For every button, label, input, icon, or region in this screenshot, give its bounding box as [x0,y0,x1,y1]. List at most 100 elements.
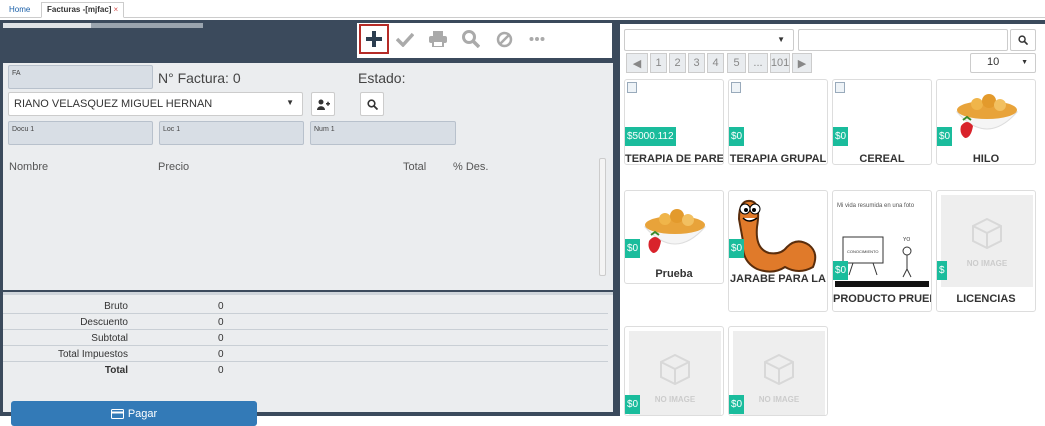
chevron-down-icon: ▼ [777,35,785,44]
product-search-button[interactable] [1010,29,1036,51]
total-label: Total Impuestos [57,349,128,360]
page-button[interactable]: 3 [688,53,705,73]
search-button[interactable] [456,24,486,54]
page-button[interactable]: 4 [707,53,724,73]
product-name: HILO [972,153,1000,165]
product-card[interactable]: $0 Prueba [624,190,724,284]
product-card[interactable]: $0 HILO [936,79,1036,165]
svg-text:Mi vida resumida en una foto: Mi vida resumida en una foto [837,203,915,209]
invoice-panel: FA N° Factura: 0 Estado: RIANO VELASQUEZ… [0,20,616,426]
product-price: $0 [833,261,849,280]
broken-image-icon [835,82,845,93]
total-value: 0 [218,333,224,344]
product-card[interactable]: NO IMAGE $ LICENCIAS [936,190,1036,312]
column-header-descuento: % Des. [453,161,489,173]
invoice-number-label: N° Factura: 0 [158,70,241,86]
horizontal-scrollbar[interactable] [3,23,203,28]
product-card[interactable]: $0 JARABE PARA LA [728,190,828,312]
no-image-text: NO IMAGE [966,258,1008,268]
total-label: Subtotal [91,333,128,344]
page-size-value: 10 [987,56,1000,68]
items-scrollbar[interactable] [599,158,606,276]
page-button[interactable]: 5 [727,53,746,73]
check-icon [396,32,414,47]
no-image-placeholder: NO IMAGE [733,331,825,415]
more-button[interactable] [522,24,552,54]
product-price: $0 [625,239,641,258]
total-value: 0 [218,317,224,328]
product-card[interactable]: NO IMAGE $0 [728,326,828,416]
client-select[interactable]: RIANO VELASQUEZ MIGUEL HERNAN ▼ [8,92,303,116]
product-name: CEREAL [859,153,905,165]
tab-home[interactable]: Home [3,2,36,18]
no-image-placeholder: NO IMAGE [629,331,721,415]
category-select[interactable]: ▼ [624,29,794,51]
broken-image-icon [627,82,637,93]
tab-facturas-label: Facturas -[mjfac] [47,5,112,14]
cancel-icon [496,31,512,47]
product-search-input[interactable] [798,29,1008,51]
search-icon [1018,35,1028,45]
close-tab-icon[interactable]: × [113,5,118,14]
product-card[interactable]: $0 TERAPIA GRUPAL [728,79,828,165]
totals-panel: Bruto 0 Descuento 0 Subtotal 0 Total Impues… [3,292,613,426]
total-label: Descuento [80,317,128,328]
tab-facturas[interactable]: Facturas -[mjfac] × [41,2,125,18]
page-size-select[interactable]: 10 ▼ [970,53,1036,73]
broken-image-icon [731,82,741,93]
product-card[interactable]: NO IMAGE $0 [624,326,724,416]
docu-field[interactable]: Docu 1 [8,121,153,145]
add-client-button[interactable] [311,92,335,116]
total-label: Total [104,365,128,376]
no-image-text: NO IMAGE [758,394,800,404]
chevron-down-icon: ▼ [1021,59,1028,66]
page-button[interactable]: ... [748,53,768,73]
new-invoice-button[interactable] [359,24,389,54]
product-card[interactable]: Mi vida resumida en una foto CONOCIMIENTO… [832,190,932,312]
product-price: $0 [937,127,953,146]
num-field[interactable]: Num 1 [310,121,456,145]
column-header-total: Total [403,161,427,173]
page-button[interactable]: ◀ [626,53,648,73]
product-price: $0 [625,395,641,414]
column-header-precio: Precio [158,161,190,173]
status-label: Estado: [358,70,406,86]
total-row-total: Total 0 [3,362,608,378]
total-row-bruto: Bruto 0 [3,298,608,314]
cancel-button[interactable] [489,24,519,54]
total-row-impuestos: Total Impuestos 0 [3,346,608,362]
search-client-button[interactable] [360,92,384,116]
total-value: 0 [218,365,224,376]
client-value: RIANO VELASQUEZ MIGUEL HERNAN [14,98,213,110]
page-button[interactable]: 101 [770,53,790,73]
product-price: $0 [729,239,745,258]
product-name: TERAPIA DE PARE [625,153,723,165]
total-row-descuento: Descuento 0 [3,314,608,330]
cereal-bowl-image [643,209,707,253]
catalog-content: ▼ ◀ 1 2 3 4 5... 101 ▶ 10 ▼ $5000.112 TERAPIA DE … [620,24,1045,416]
product-name: Prueba [655,268,693,280]
page-button[interactable]: 1 [650,53,667,73]
product-card[interactable]: $5000.112 TERAPIA DE PARE [624,79,724,165]
column-header-nombre: Nombre [9,161,49,173]
svg-text:CONOCIMIENTO: CONOCIMIENTO [847,249,878,254]
add-user-icon [316,99,330,110]
product-card[interactable]: $0 CEREAL [832,79,932,165]
credit-card-icon [110,408,124,419]
product-price: $0 [729,395,745,414]
confirm-button[interactable] [390,24,420,54]
loc-field[interactable]: Loc 1 [159,121,304,145]
print-icon [429,31,447,47]
tab-home-label: Home [9,5,31,14]
total-row-subtotal: Subtotal 0 [3,330,608,346]
box-icon [660,353,690,385]
page-button[interactable]: ▶ [792,53,812,73]
invoice-toolbar [357,23,612,58]
prefix-field[interactable]: FA [8,65,153,89]
box-icon [972,217,1002,249]
print-button[interactable] [423,24,453,54]
page-button[interactable]: 2 [669,53,686,73]
pay-button[interactable]: Pagar [11,401,257,426]
product-price: $0 [833,127,849,146]
search-icon [462,30,480,48]
